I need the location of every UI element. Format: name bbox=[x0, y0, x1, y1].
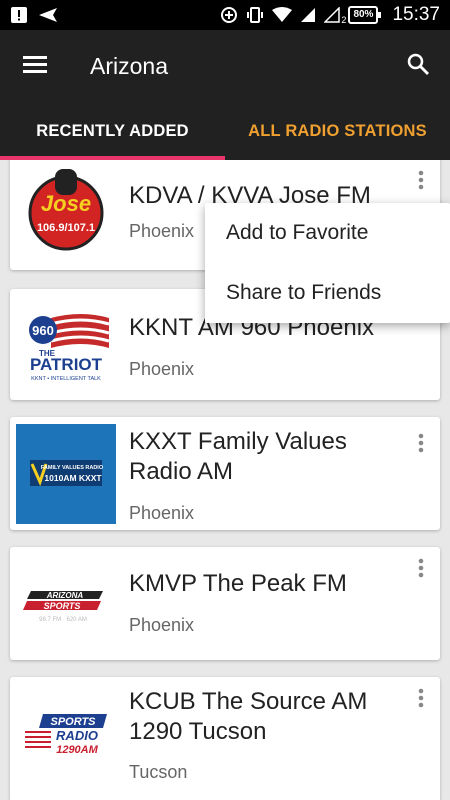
station-logo: SPORTS RADIO 1290AM bbox=[16, 685, 116, 785]
tab-recently-added[interactable]: RECENTLY ADDED bbox=[0, 102, 225, 160]
signal-sim1-icon bbox=[300, 7, 316, 23]
alert-notification-icon bbox=[10, 6, 28, 24]
logo-text: SPORTS bbox=[44, 601, 81, 611]
vibrate-icon bbox=[246, 6, 264, 24]
menu-button[interactable] bbox=[0, 30, 70, 102]
station-city: Tucson bbox=[129, 762, 188, 782]
status-bar: 2 80% 15:37 bbox=[0, 0, 450, 30]
send-notification-icon bbox=[38, 7, 58, 23]
logo-text: 98.7 FM · 620 AM bbox=[39, 617, 87, 623]
menu-item-share-to-friends[interactable]: Share to Friends bbox=[205, 263, 450, 323]
clock: 15:37 bbox=[392, 4, 440, 25]
tab-bar: RECENTLY ADDED ALL RADIO STATIONS bbox=[0, 102, 450, 160]
more-vert-icon bbox=[418, 433, 424, 458]
tab-all-radio-stations[interactable]: ALL RADIO STATIONS bbox=[225, 102, 450, 160]
data-saver-icon bbox=[220, 6, 238, 24]
logo-text: KKNT • INTELLIGENT TALK bbox=[31, 376, 101, 382]
station-card[interactable]: FAMILY VALUES RADIO 1010AM KXXT KXXT Fam… bbox=[10, 417, 440, 530]
station-logo: ARIZONA SPORTS 98.7 FM · 620 AM bbox=[16, 554, 116, 654]
station-city: Phoenix bbox=[129, 615, 195, 635]
station-name: KXXT Family Values Radio AM bbox=[129, 428, 347, 485]
logo-text: 1010AM KXXT bbox=[44, 473, 102, 483]
more-vert-icon bbox=[418, 558, 424, 583]
station-city: Phoenix bbox=[129, 503, 195, 523]
station-logo: Jose 106.9/107.1 bbox=[16, 160, 116, 260]
logo-text: RADIO bbox=[56, 728, 98, 743]
logo-text: Jose bbox=[41, 191, 91, 216]
more-vert-icon bbox=[418, 688, 424, 713]
station-card[interactable]: ARIZONA SPORTS 98.7 FM · 620 AM KMVP The… bbox=[10, 547, 440, 660]
logo-text: PATRIOT bbox=[30, 355, 103, 374]
station-overflow-button[interactable] bbox=[406, 555, 436, 585]
hamburger-menu-icon bbox=[22, 54, 48, 79]
logo-text: 1290AM bbox=[56, 744, 98, 756]
station-overflow-button[interactable] bbox=[406, 685, 436, 715]
page-title: Arizona bbox=[90, 52, 168, 79]
logo-text: ARIZONA bbox=[46, 591, 84, 600]
logo-text: 960 bbox=[32, 323, 54, 338]
station-name: KMVP The Peak FM bbox=[129, 570, 347, 597]
sim2-label: 2 bbox=[341, 15, 347, 25]
app-bar: Arizona bbox=[0, 30, 450, 102]
more-vert-icon bbox=[418, 170, 424, 195]
station-city: Phoenix bbox=[129, 221, 195, 241]
station-logo: 960 THE PATRIOT KKNT • INTELLIGENT TALK bbox=[16, 295, 116, 395]
station-card[interactable]: SPORTS RADIO 1290AM KCUB The Source AM 1… bbox=[10, 677, 440, 800]
station-overflow-button[interactable] bbox=[406, 430, 436, 460]
logo-text: FAMILY VALUES RADIO bbox=[41, 465, 104, 471]
battery-indicator: 80% bbox=[348, 6, 382, 24]
station-city: Phoenix bbox=[129, 359, 195, 379]
logo-text: 106.9/107.1 bbox=[37, 222, 95, 234]
station-overflow-button[interactable] bbox=[406, 167, 436, 197]
station-options-menu: Add to Favorite Share to Friends bbox=[205, 203, 450, 323]
search-icon bbox=[406, 52, 430, 81]
station-name: KCUB The Source AM 1290 Tucson bbox=[129, 688, 368, 745]
wifi-icon bbox=[272, 7, 293, 23]
logo-text: SPORTS bbox=[50, 716, 96, 728]
signal-sim2-icon: 2 bbox=[324, 7, 346, 25]
station-logo: FAMILY VALUES RADIO 1010AM KXXT bbox=[16, 424, 116, 524]
search-button[interactable] bbox=[386, 30, 450, 102]
menu-item-add-to-favorite[interactable]: Add to Favorite bbox=[205, 203, 450, 263]
